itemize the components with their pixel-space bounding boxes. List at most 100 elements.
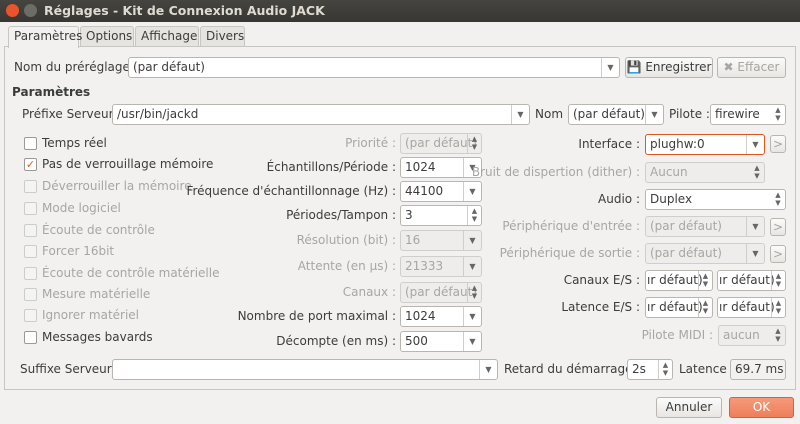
midi-driver-value: aucun (723, 328, 760, 342)
start-delay-label: Retard du démarrage : (504, 362, 641, 376)
start-delay-value: 2s (632, 362, 646, 376)
param-label: Canaux : (342, 285, 396, 299)
param-value: 21333 (405, 259, 444, 273)
preset-value: (par défaut) (133, 60, 205, 74)
checkbox-label: Messages bavards (42, 330, 153, 344)
title-bar: Réglages - Kit de Connexion Audio JACK (0, 0, 800, 22)
checkbox[interactable] (24, 202, 37, 215)
clear-button[interactable]: ✖ Effacer (717, 57, 786, 78)
param-field[interactable]: 44100 ▼ (400, 181, 482, 202)
chevron-down-icon: ▼ (511, 105, 529, 124)
midi-driver-label: Pilote MIDI : (641, 328, 713, 342)
checkbox[interactable] (24, 309, 37, 322)
audio-value: Duplex (650, 192, 693, 206)
param-label: Attente (en µs) : (297, 259, 396, 273)
chevron-down-icon: ▼ (601, 58, 619, 77)
chevron-down-icon: ▼ (463, 307, 481, 326)
latency-out-value: ır défaut) (719, 300, 775, 314)
param-field[interactable]: 1024 ▼ (400, 306, 482, 327)
latency-label: Latence : (679, 362, 735, 376)
interface-combo[interactable]: plughw:0 ▼ (645, 134, 765, 155)
interface-label: Interface : (578, 137, 640, 151)
suffix-label: Suffixe Serveur : (20, 362, 120, 376)
param-label: Fréquence d'échantillonnage (Hz) : (186, 184, 396, 198)
checkbox-label: Temps réel (42, 136, 107, 150)
chevron-down-icon: ▼ (746, 217, 764, 236)
output-device-combo[interactable]: (par défaut) ▼ (645, 243, 765, 264)
checkbox[interactable] (24, 331, 37, 344)
checkbox[interactable] (24, 267, 37, 280)
chevron-down-icon: ▼ (479, 360, 497, 379)
channels-out-value: ır défaut) (719, 273, 775, 287)
tab-divers[interactable]: Divers (200, 26, 245, 47)
interface-value: plughw:0 (650, 137, 705, 151)
checkbox[interactable] (24, 245, 37, 258)
checkbox[interactable] (24, 137, 37, 150)
output-device-button[interactable]: > (770, 245, 786, 263)
latency-in-spin[interactable]: ır défaut) ▲ ▼ (645, 297, 713, 318)
param-value: 16 (405, 233, 421, 247)
channels-in-spin[interactable]: ır défaut) ▲ ▼ (645, 270, 713, 291)
updown-icon: ▲ ▼ (771, 298, 785, 317)
interface-select-button[interactable]: > (770, 135, 786, 153)
updown-icon: ▲ ▼ (698, 298, 712, 317)
maximize-icon[interactable] (24, 4, 37, 17)
param-field[interactable]: 500 ▼ (400, 331, 482, 352)
updown-icon: ▲ ▼ (467, 134, 481, 153)
param-value: 44100 (405, 184, 444, 198)
audio-select[interactable]: Duplex ▲ ▼ (645, 189, 786, 210)
latency-io-label: Latence E/S : (561, 300, 640, 314)
preset-label: Nom du préréglage : (14, 60, 138, 74)
driver-select[interactable]: firewire ▲ ▼ (710, 104, 786, 125)
output-device-value: (par défaut) (650, 246, 722, 260)
updown-icon: ▲ ▼ (658, 360, 672, 379)
clear-icon: ✖ (723, 60, 734, 74)
tab-affichage[interactable]: Affichage (135, 26, 199, 47)
driver-value: firewire (715, 107, 760, 121)
latency-in-value: ır défaut) (647, 300, 703, 314)
chevron-down-icon: ▼ (463, 332, 481, 351)
input-device-combo[interactable]: (par défaut) ▼ (645, 216, 765, 237)
tab-options[interactable]: Options (80, 26, 134, 47)
close-icon[interactable] (6, 4, 19, 17)
name-label: Nom : (535, 107, 571, 121)
ok-button[interactable]: OK (729, 397, 794, 418)
tab-parametres[interactable]: Paramètres (8, 26, 82, 48)
cancel-button[interactable]: Annuler (656, 397, 722, 418)
start-delay-spin[interactable]: 2s ▲ ▼ (627, 359, 673, 380)
checkbox-label: Écoute de contrôle (42, 223, 155, 237)
checkbox[interactable] (24, 180, 37, 193)
updown-icon: ▲ ▼ (775, 106, 781, 122)
checkbox[interactable] (24, 288, 37, 301)
updown-icon: ▲ ▼ (775, 191, 781, 207)
latency-out-spin[interactable]: ır défaut) ▲ ▼ (717, 297, 786, 318)
param-label: Décompte (en ms) : (276, 334, 396, 348)
param-field[interactable]: (par défaut) ▲ ▼ (400, 133, 482, 154)
prefix-combo[interactable]: /usr/bin/jackd ▼ (112, 104, 530, 125)
name-value: (par défaut) (573, 107, 645, 121)
dither-label: Bruit de dispertion (dither) : (471, 165, 640, 179)
param-field[interactable]: (par défaut) ▲ ▼ (400, 282, 482, 303)
checkbox[interactable]: ✓ (24, 158, 37, 171)
preset-combo[interactable]: (par défaut) ▼ (128, 57, 620, 78)
channels-in-value: ır défaut) (647, 273, 703, 287)
chevron-down-icon: ▼ (746, 135, 764, 154)
param-label: Résolution (bit) : (296, 233, 396, 247)
save-button[interactable]: 💾 Enregistrer (625, 57, 713, 78)
channels-label: Canaux E/S : (563, 273, 640, 287)
suffix-combo[interactable]: ▼ (112, 359, 498, 380)
checkbox-label: Mode logiciel (42, 201, 121, 215)
name-combo[interactable]: (par défaut) ▼ (568, 104, 664, 125)
dither-value: Aucun (650, 165, 688, 179)
channels-out-spin[interactable]: ır défaut) ▲ ▼ (717, 270, 786, 291)
audio-label: Audio : (598, 192, 640, 206)
checkbox[interactable] (24, 224, 37, 237)
save-label: Enregistrer (645, 60, 712, 74)
updown-icon: ▲ ▼ (467, 283, 481, 302)
midi-driver-select[interactable]: aucun ▲ ▼ (718, 325, 786, 346)
param-value: 3 (405, 208, 413, 222)
updown-icon: ▲ ▼ (775, 327, 781, 343)
dither-select[interactable]: Aucun ▲ ▼ (645, 162, 765, 183)
param-value: 1024 (405, 309, 436, 323)
input-device-button[interactable]: > (770, 218, 786, 236)
